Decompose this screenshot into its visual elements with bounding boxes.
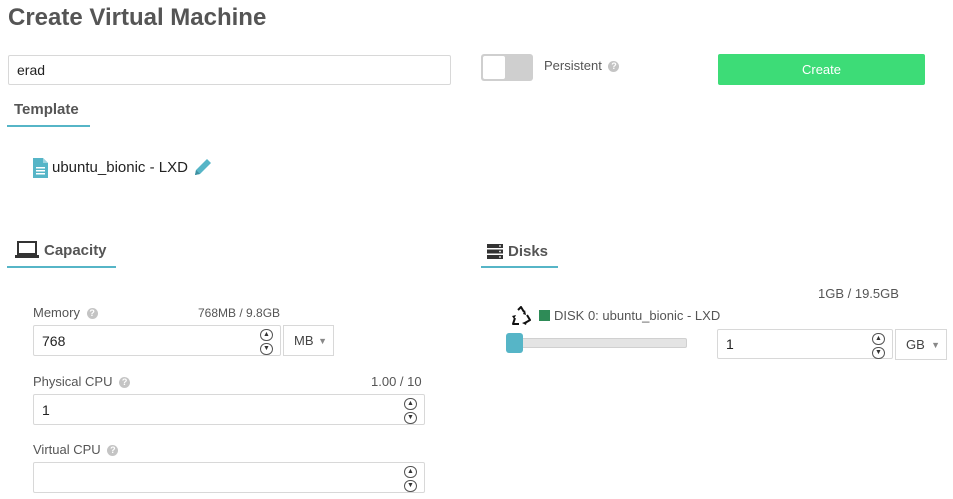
tab-template[interactable]: Template — [14, 101, 79, 118]
disk-0-slider-track[interactable] — [508, 338, 687, 348]
question-circle-icon[interactable]: ? — [119, 377, 131, 389]
tab-template-label: Template — [14, 101, 79, 118]
vm-name-value: erad — [17, 62, 46, 78]
virtual-cpu-label-group: Virtual CPU ? — [33, 442, 119, 457]
physical-cpu-stepper[interactable]: ▲ ▼ — [404, 398, 418, 424]
recycle-icon[interactable] — [511, 306, 531, 326]
caret-down-icon: ▼ — [318, 335, 327, 346]
memory-input[interactable]: 768 ▲ ▼ — [33, 325, 281, 356]
tab-capacity-underline — [7, 266, 116, 268]
physical-cpu-label-group: Physical CPU ? — [33, 374, 131, 389]
memory-unit: MB — [294, 333, 314, 348]
increment-button[interactable]: ▲ — [260, 329, 273, 341]
physical-cpu-usage: 1.00 / 10 — [371, 374, 422, 389]
disk-0-slider-handle[interactable] — [506, 333, 523, 353]
disk-0-size-value: 1 — [726, 336, 734, 352]
memory-label: Memory — [33, 305, 80, 320]
decrement-button[interactable]: ▼ — [872, 347, 885, 359]
increment-button[interactable]: ▲ — [404, 398, 417, 410]
decrement-button[interactable]: ▼ — [404, 412, 417, 424]
page-title: Create Virtual Machine — [8, 4, 267, 31]
virtual-cpu-stepper[interactable]: ▲ ▼ — [404, 466, 418, 492]
disk-0-size-input[interactable]: 1 ▲ ▼ — [717, 329, 893, 359]
memory-unit-select[interactable]: MB ▼ — [283, 325, 334, 356]
tab-disks-underline — [481, 266, 558, 268]
create-button[interactable]: Create — [718, 54, 925, 85]
disk-0-color-swatch — [539, 310, 550, 321]
memory-value: 768 — [42, 332, 66, 349]
persistent-toggle[interactable] — [481, 54, 533, 81]
question-circle-icon[interactable]: ? — [86, 308, 98, 320]
template-item: ubuntu_bionic - LXD — [33, 157, 213, 178]
disks-usage: 1GB / 19.5GB — [818, 286, 899, 301]
physical-cpu-value: 1 — [42, 401, 50, 418]
memory-usage: 768MB / 9.8GB — [198, 306, 281, 320]
increment-button[interactable]: ▲ — [872, 333, 885, 345]
disk-0-label-group: DISK 0: ubuntu_bionic - LXD — [539, 308, 720, 323]
tab-disks[interactable]: Disks — [487, 243, 548, 260]
memory-stepper[interactable]: ▲ ▼ — [260, 329, 274, 355]
virtual-cpu-label: Virtual CPU — [33, 442, 101, 457]
memory-label-group: Memory ? — [33, 305, 98, 320]
file-icon — [33, 157, 48, 178]
tab-disks-label: Disks — [508, 243, 549, 260]
tab-template-underline — [7, 125, 90, 127]
question-circle-icon[interactable]: ? — [608, 61, 620, 73]
server-icon — [487, 244, 503, 259]
increment-button[interactable]: ▲ — [404, 466, 417, 478]
vm-name-input[interactable]: erad — [8, 55, 451, 85]
tab-capacity[interactable]: Capacity — [15, 241, 107, 259]
tab-capacity-label: Capacity — [44, 241, 107, 259]
pencil-icon[interactable] — [192, 157, 213, 178]
decrement-button[interactable]: ▼ — [260, 343, 273, 355]
question-circle-icon[interactable]: ? — [107, 445, 119, 457]
persistent-label-group: Persistent ? — [544, 58, 620, 73]
toggle-knob — [483, 56, 505, 79]
laptop-icon — [15, 241, 39, 258]
template-name: ubuntu_bionic - LXD — [52, 159, 188, 176]
disk-0-unit: GB — [906, 337, 925, 352]
physical-cpu-input[interactable]: 1 ▲ ▼ — [33, 394, 425, 425]
physical-cpu-label: Physical CPU — [33, 374, 113, 389]
persistent-label: Persistent — [544, 58, 602, 73]
virtual-cpu-input[interactable]: ▲ ▼ — [33, 462, 425, 493]
decrement-button[interactable]: ▼ — [404, 480, 417, 492]
disk-0-label: DISK 0: ubuntu_bionic - LXD — [554, 308, 721, 323]
caret-down-icon: ▼ — [931, 339, 940, 350]
disk-0-unit-select[interactable]: GB ▼ — [895, 329, 947, 360]
disk-0-stepper[interactable]: ▲ ▼ — [872, 333, 886, 359]
